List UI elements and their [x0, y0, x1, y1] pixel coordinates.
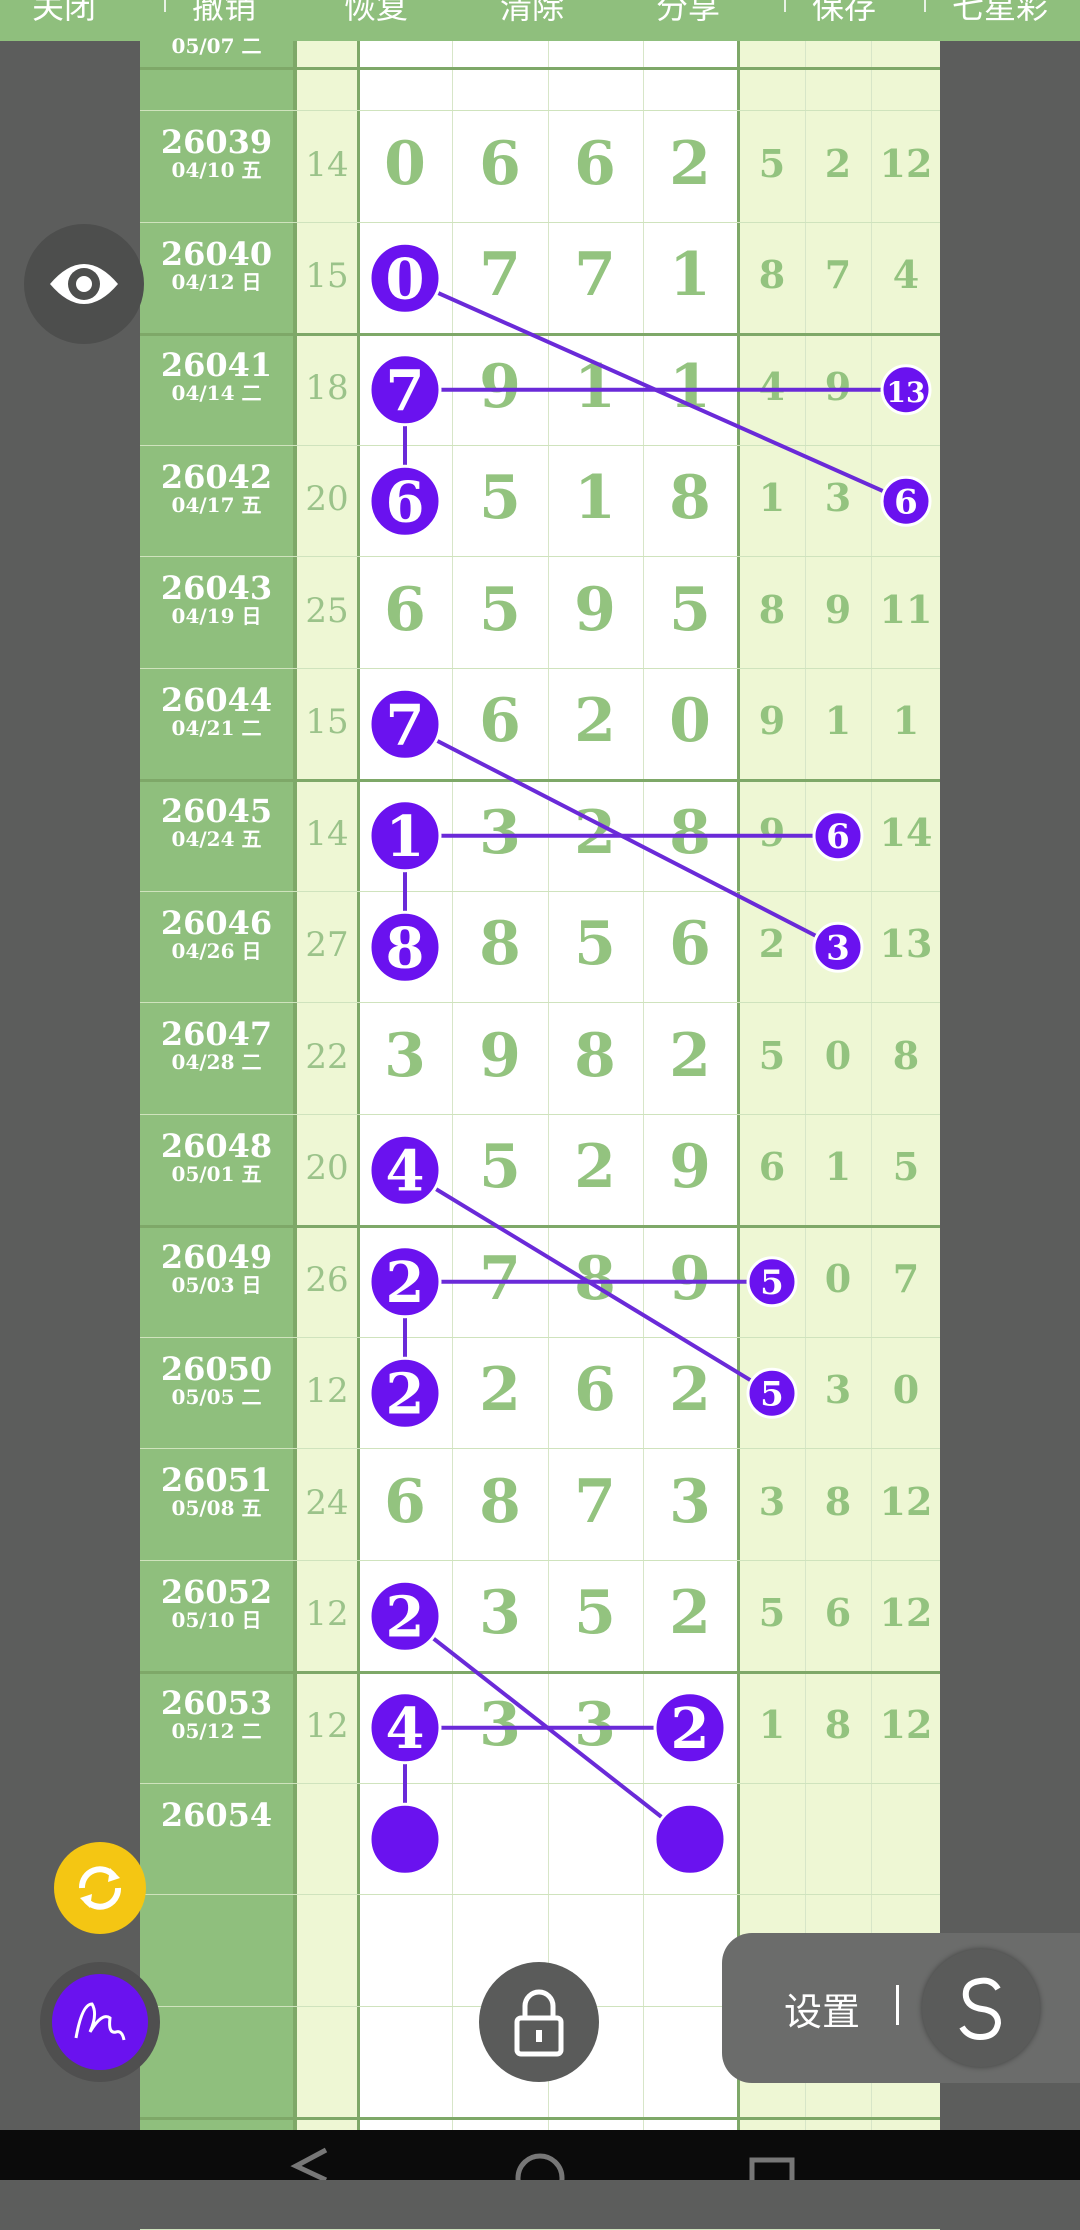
menu-separator	[784, 0, 786, 12]
highlight-ball: 7	[368, 687, 442, 761]
highlight-ball: 6	[812, 810, 864, 862]
pen-button[interactable]	[52, 1974, 148, 2070]
ball-number: 8	[386, 915, 425, 981]
ball-circle	[368, 1802, 442, 1876]
highlight-ball: 6	[880, 475, 932, 527]
s-button[interactable]	[922, 1949, 1040, 2067]
menu-item-5[interactable]: 保存	[812, 0, 876, 28]
highlight-ball: 2	[368, 1356, 442, 1430]
lock-icon	[514, 1989, 564, 2057]
refresh-button[interactable]	[54, 1842, 146, 1934]
ball-number: 7	[386, 692, 425, 758]
highlight-ball: 13	[880, 364, 932, 416]
connection-overlay: 0 7 13 6 6 7 1 6 8 3 4 2 5 2 5 2 4 2	[368, 241, 932, 1876]
highlight-ball: 4	[368, 1691, 442, 1765]
ball-number: 4	[386, 1696, 425, 1762]
highlight-ball: 4	[368, 1133, 442, 1207]
eye-icon	[50, 264, 118, 304]
menu-item-6[interactable]: 七星彩	[952, 0, 1048, 28]
highlight-ball	[653, 1802, 727, 1876]
system-nav-bar	[0, 2130, 1080, 2203]
lock-button[interactable]	[479, 1962, 599, 2082]
menu-item-1[interactable]: 撤销	[192, 0, 256, 28]
ball-number: 7	[386, 358, 425, 424]
highlight-ball: 5	[746, 1367, 798, 1419]
highlight-ball: 6	[368, 464, 442, 538]
highlight-ball: 8	[368, 910, 442, 984]
ball-number: 6	[826, 817, 850, 857]
ball-number: 5	[760, 1374, 784, 1414]
highlight-ball: 0	[368, 241, 442, 315]
highlight-ball	[368, 1802, 442, 1876]
highlight-ball: 2	[653, 1691, 727, 1765]
highlight-ball: 5	[746, 1256, 798, 1308]
highlight-ball: 2	[368, 1245, 442, 1319]
highlight-ball: 7	[368, 353, 442, 427]
menu-separator	[924, 0, 926, 12]
ball-number: 6	[894, 482, 918, 522]
menu-separator	[164, 0, 166, 12]
ball-number: 2	[386, 1361, 425, 1427]
recents-icon[interactable]	[749, 2157, 795, 2203]
settings-panel: 设置	[722, 1933, 1080, 2083]
ball-number: 13	[887, 376, 926, 409]
home-icon[interactable]	[515, 2153, 565, 2203]
trend-chart-grid: 05/07 二 26039 04/10 五 14 0 6 6 2 5 2 12 26040 04/12 …	[140, 35, 940, 2230]
highlight-ball: 3	[812, 921, 864, 973]
highlight-ball: 1	[368, 799, 442, 873]
settings-button[interactable]: 设置	[784, 1981, 860, 2036]
ball-number: 0	[386, 246, 425, 312]
menu-item-4[interactable]: 分享	[656, 0, 720, 28]
pen-icon	[74, 2002, 126, 2041]
menu-item-0[interactable]: 关闭	[32, 0, 96, 28]
ball-number: 2	[671, 1696, 710, 1762]
refresh-icon	[79, 1866, 121, 1910]
ball-number: 3	[826, 928, 850, 968]
nav-buttons	[290, 2147, 795, 2203]
grid-hline	[140, 2228, 940, 2230]
ball-number: 2	[386, 1584, 425, 1650]
highlight-ball: 2	[368, 1579, 442, 1653]
menu-item-2[interactable]: 恢复	[344, 0, 408, 28]
ball-number: 5	[760, 1263, 784, 1303]
ball-circle	[653, 1802, 727, 1876]
ball-number: 4	[386, 1138, 425, 1204]
s-logo-icon	[959, 1977, 1002, 2041]
ball-number: 6	[386, 469, 425, 535]
divider	[896, 1985, 899, 2025]
menu-item-3[interactable]: 清除	[500, 0, 564, 28]
eye-button[interactable]	[24, 224, 144, 344]
back-icon[interactable]	[290, 2147, 328, 2183]
ball-number: 1	[386, 804, 425, 870]
ball-number: 2	[386, 1250, 425, 1316]
